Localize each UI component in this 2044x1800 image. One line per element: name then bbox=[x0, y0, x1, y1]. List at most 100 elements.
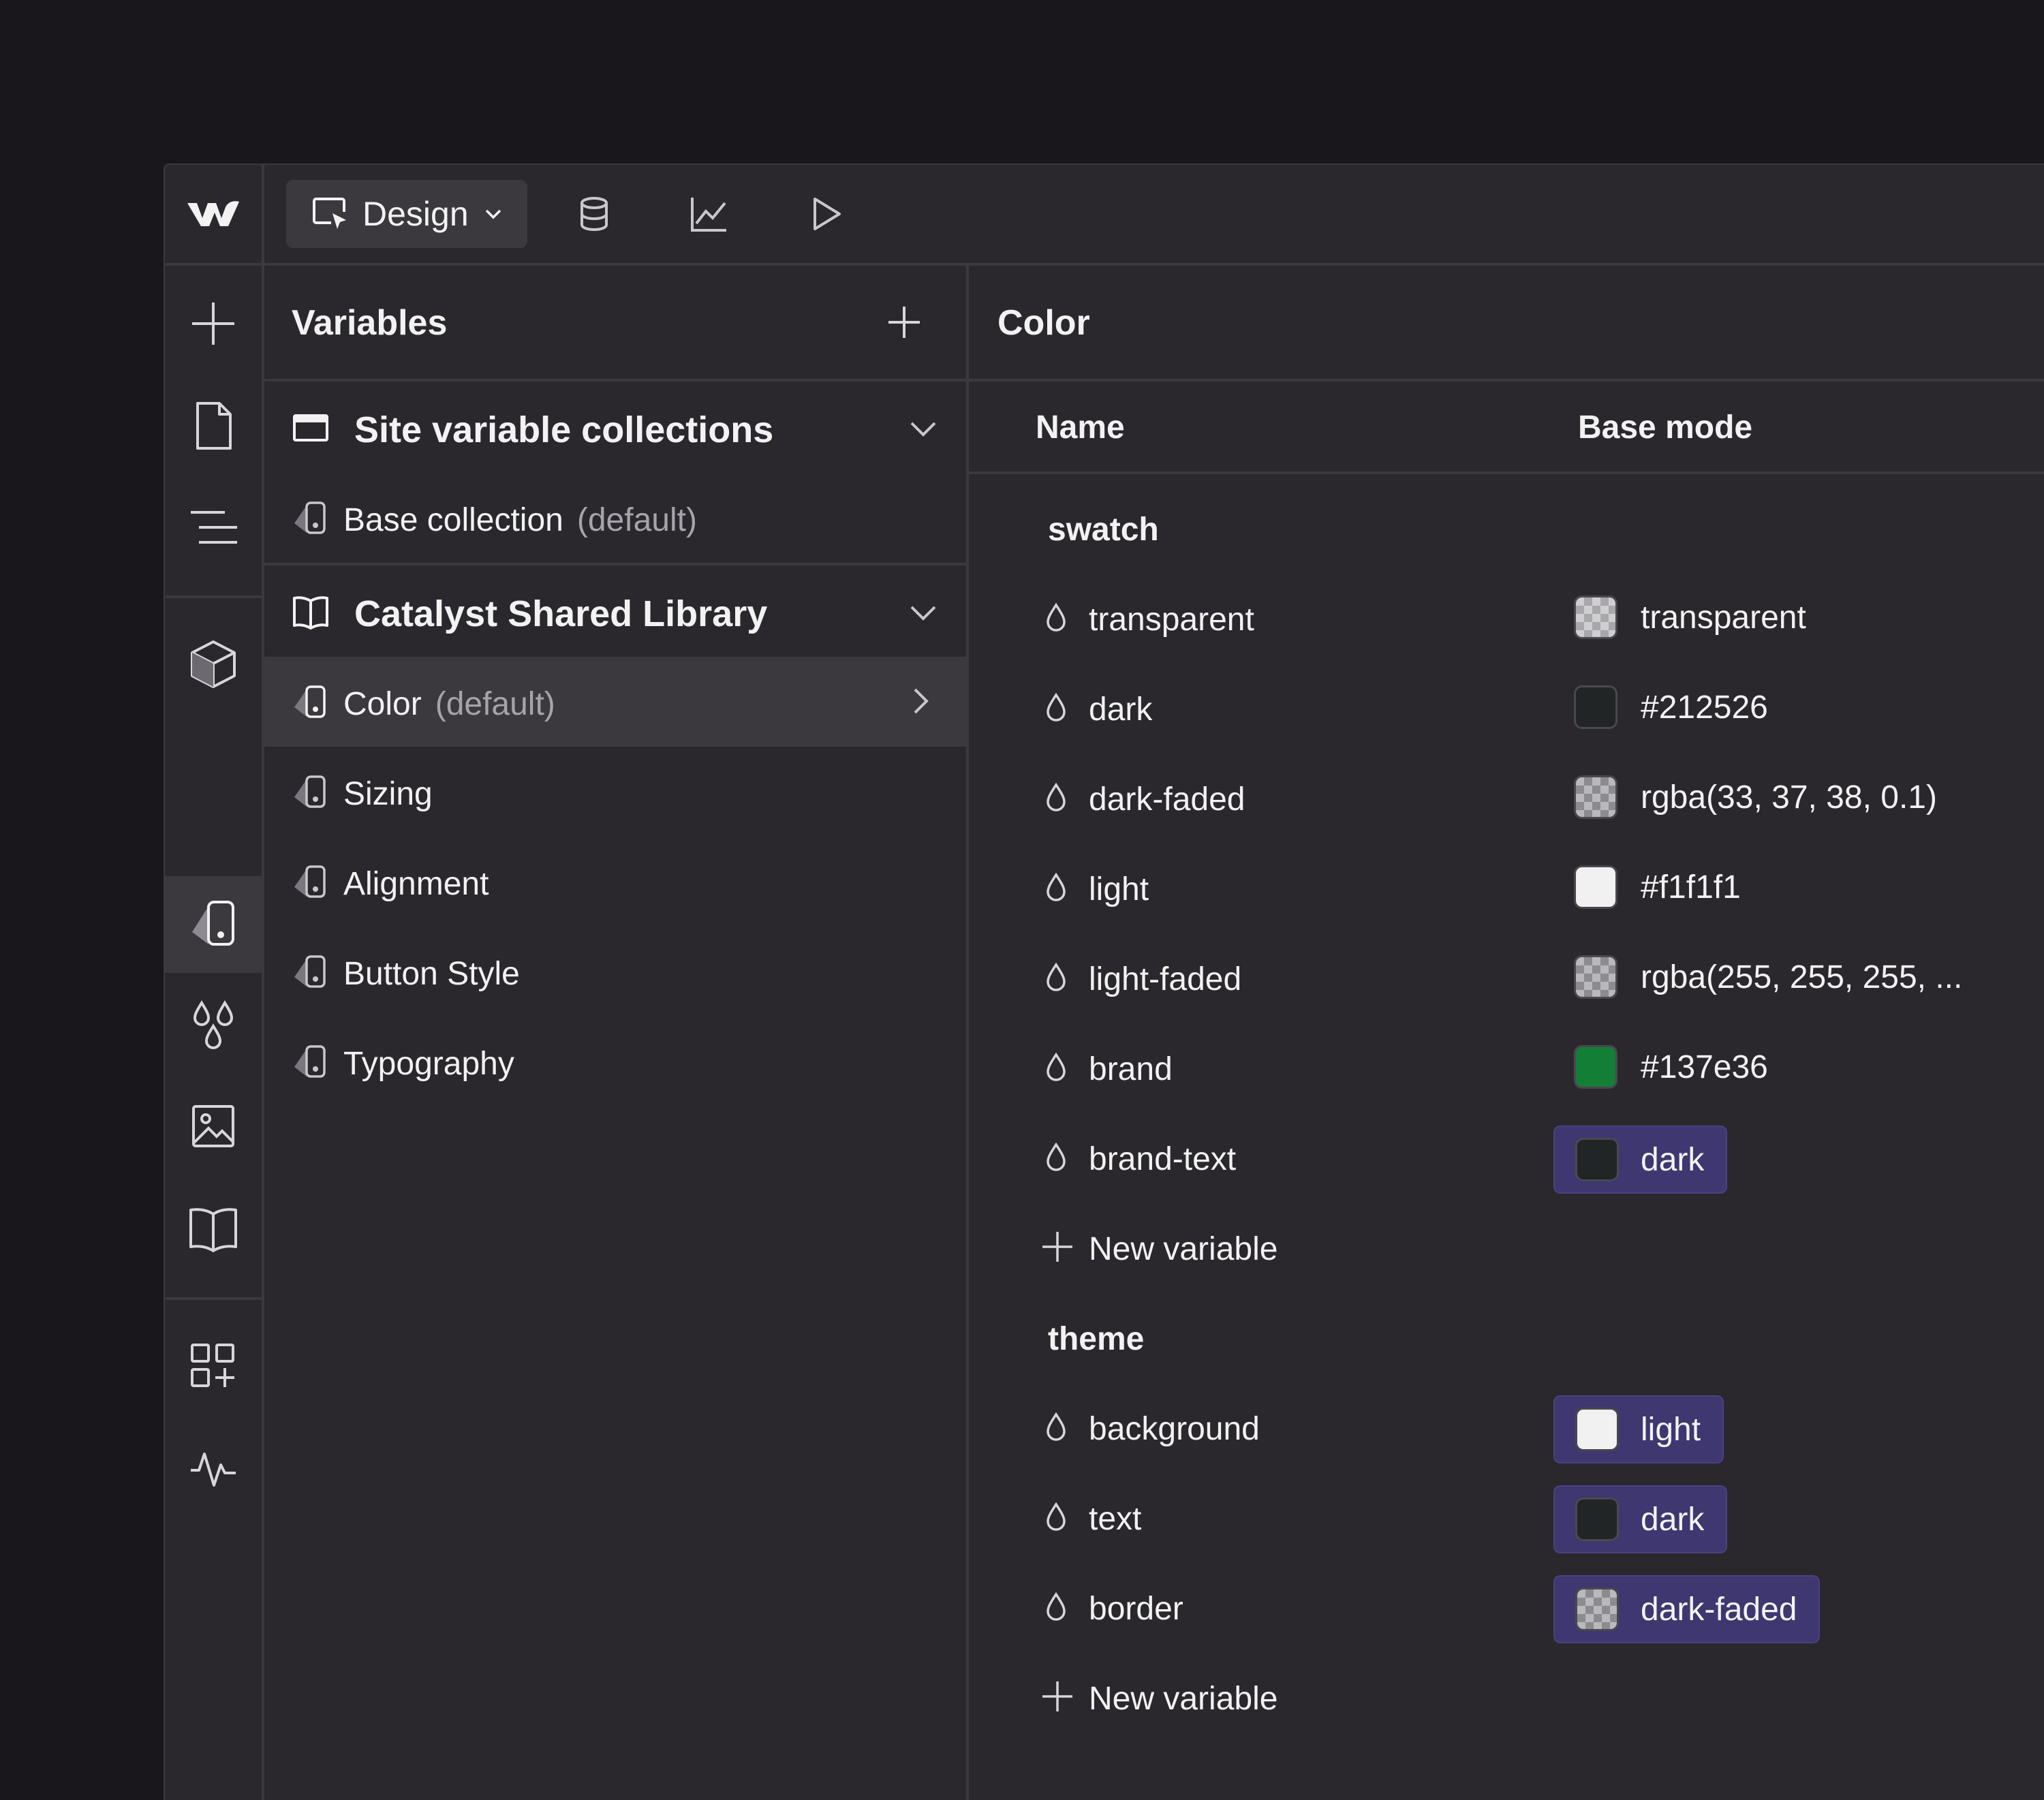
variable-value-text: dark-faded bbox=[1641, 1591, 1797, 1628]
collection-item-alignment[interactable]: Alignment bbox=[264, 837, 966, 927]
collection-item-typography[interactable]: Typography bbox=[264, 1017, 966, 1106]
new-variable-button[interactable]: New variable bbox=[969, 1202, 2044, 1292]
new-variable-label: New variable bbox=[1089, 1681, 1278, 1717]
navigator-icon[interactable] bbox=[188, 503, 238, 553]
color-swatch[interactable] bbox=[1574, 1045, 1617, 1089]
add-collection-icon[interactable] bbox=[887, 305, 921, 339]
rail-divider bbox=[165, 595, 262, 598]
collection-item-color[interactable]: Color (default) bbox=[264, 657, 966, 747]
collection-label: Alignment bbox=[343, 866, 489, 902]
plus-icon bbox=[1041, 1680, 1074, 1713]
webflow-logo[interactable] bbox=[165, 165, 264, 263]
color-drop-icon bbox=[1041, 1051, 1071, 1083]
variable-name[interactable]: background bbox=[1089, 1410, 1260, 1448]
collection-label: Button Style bbox=[343, 956, 520, 992]
color-drop-icon bbox=[1041, 1590, 1071, 1623]
database-icon[interactable] bbox=[575, 195, 613, 233]
variable-value[interactable]: transparent bbox=[1574, 595, 1806, 639]
webflow-logo-icon bbox=[187, 201, 239, 226]
variable-row[interactable]: transparent transparent bbox=[969, 572, 2044, 662]
variable-value[interactable]: #212526 bbox=[1574, 685, 1768, 729]
color-swatch[interactable] bbox=[1575, 1408, 1619, 1451]
variable-name[interactable]: light bbox=[1089, 871, 1149, 908]
chevron-down-icon[interactable] bbox=[908, 413, 939, 444]
variables-icon[interactable] bbox=[188, 899, 238, 950]
variable-value-text: transparent bbox=[1641, 599, 1806, 636]
variable-value[interactable]: rgba(33, 37, 38, 0.1) bbox=[1574, 775, 1937, 819]
collection-default-tag: (default) bbox=[576, 502, 697, 538]
variable-row[interactable]: text dark bbox=[969, 1472, 2044, 1562]
site-collections-header[interactable]: Site variable collections bbox=[264, 382, 966, 473]
cursor-select-icon bbox=[313, 198, 346, 229]
variable-name[interactable]: dark bbox=[1089, 691, 1152, 728]
column-header-base-mode[interactable]: Base mode bbox=[1578, 409, 1752, 446]
variable-value-text: #f1f1f1 bbox=[1641, 869, 1741, 905]
alias-value-pill[interactable]: dark bbox=[1553, 1485, 1728, 1553]
color-swatch[interactable] bbox=[1574, 865, 1617, 909]
color-drop-icon bbox=[1041, 961, 1071, 993]
color-drop-icon bbox=[1041, 1140, 1071, 1173]
variable-name[interactable]: dark-faded bbox=[1089, 781, 1245, 818]
variable-row[interactable]: brand-text dark bbox=[969, 1112, 2044, 1202]
library-collections-header[interactable]: Catalyst Shared Library bbox=[264, 565, 966, 657]
collection-label: Sizing bbox=[343, 776, 433, 812]
variable-collection-icon bbox=[294, 775, 326, 808]
analytics-chart-icon[interactable] bbox=[690, 195, 728, 233]
variable-row[interactable]: light-faded rgba(255, 255, 255, ... bbox=[969, 932, 2044, 1022]
variable-collection-icon bbox=[294, 501, 326, 534]
styles-drops-icon[interactable] bbox=[188, 999, 238, 1049]
variable-row[interactable]: border dark-faded bbox=[969, 1562, 2044, 1651]
color-swatch[interactable] bbox=[1575, 1587, 1619, 1631]
variable-name[interactable]: light-faded bbox=[1089, 961, 1241, 998]
variable-value[interactable]: rgba(255, 255, 255, ... bbox=[1574, 955, 1962, 999]
alias-value-pill[interactable]: dark bbox=[1553, 1126, 1728, 1194]
new-variable-button[interactable]: New variable bbox=[969, 1651, 2044, 1741]
color-swatch[interactable] bbox=[1574, 685, 1617, 729]
add-element-icon[interactable] bbox=[188, 298, 238, 349]
alias-value-pill[interactable]: light bbox=[1553, 1395, 1724, 1463]
alias-value-pill[interactable]: dark-faded bbox=[1553, 1575, 1821, 1643]
audit-pulse-icon[interactable] bbox=[188, 1443, 238, 1493]
variable-name[interactable]: transparent bbox=[1089, 601, 1254, 638]
variable-name[interactable]: brand-text bbox=[1089, 1140, 1236, 1178]
variables-panel: Variables Site variable collections Base… bbox=[264, 266, 969, 1800]
color-swatch[interactable] bbox=[1575, 1138, 1619, 1181]
collection-item-button-style[interactable]: Button Style bbox=[264, 927, 966, 1017]
collection-label: Color bbox=[343, 686, 422, 722]
color-drop-icon bbox=[1041, 601, 1071, 634]
pages-icon[interactable] bbox=[188, 401, 238, 451]
apps-icon[interactable] bbox=[188, 1341, 238, 1391]
column-header-name[interactable]: Name bbox=[1036, 409, 1125, 446]
components-cube-icon[interactable] bbox=[188, 639, 238, 689]
plus-icon bbox=[1041, 1230, 1074, 1263]
variable-row[interactable]: brand #137e36 bbox=[969, 1022, 2044, 1112]
chevron-down-icon[interactable] bbox=[908, 597, 939, 628]
design-mode-button[interactable]: Design bbox=[286, 180, 527, 248]
collection-label: Typography bbox=[343, 1046, 514, 1082]
variable-name[interactable]: text bbox=[1089, 1500, 1141, 1538]
libraries-book-icon[interactable] bbox=[188, 1203, 238, 1254]
variable-value-text: rgba(33, 37, 38, 0.1) bbox=[1641, 779, 1937, 816]
variable-value-text: #212526 bbox=[1641, 689, 1768, 726]
play-preview-icon[interactable] bbox=[807, 195, 845, 233]
browser-window-icon bbox=[293, 414, 328, 441]
variable-value[interactable]: #137e36 bbox=[1574, 1045, 1768, 1089]
variable-row[interactable]: dark-faded rgba(33, 37, 38, 0.1) bbox=[969, 752, 2044, 842]
variable-collection-icon bbox=[294, 865, 326, 898]
variable-value-text: dark bbox=[1641, 1501, 1705, 1538]
variable-row[interactable]: dark #212526 bbox=[969, 662, 2044, 752]
collection-item-base[interactable]: Base collection (default) bbox=[264, 473, 966, 563]
variable-row[interactable]: light #f1f1f1 bbox=[969, 842, 2044, 932]
assets-image-icon[interactable] bbox=[188, 1101, 238, 1151]
variable-row[interactable]: background light bbox=[969, 1382, 2044, 1472]
variable-value[interactable]: #f1f1f1 bbox=[1574, 865, 1741, 909]
collection-item-sizing[interactable]: Sizing bbox=[264, 747, 966, 837]
color-swatch[interactable] bbox=[1574, 955, 1617, 999]
variable-name[interactable]: border bbox=[1089, 1590, 1183, 1628]
variable-name[interactable]: brand bbox=[1089, 1051, 1173, 1088]
variable-value-text: light bbox=[1641, 1411, 1701, 1448]
color-swatch[interactable] bbox=[1574, 595, 1617, 639]
color-swatch[interactable] bbox=[1574, 775, 1617, 819]
collection-label: Base collection bbox=[343, 502, 563, 538]
color-swatch[interactable] bbox=[1575, 1498, 1619, 1541]
